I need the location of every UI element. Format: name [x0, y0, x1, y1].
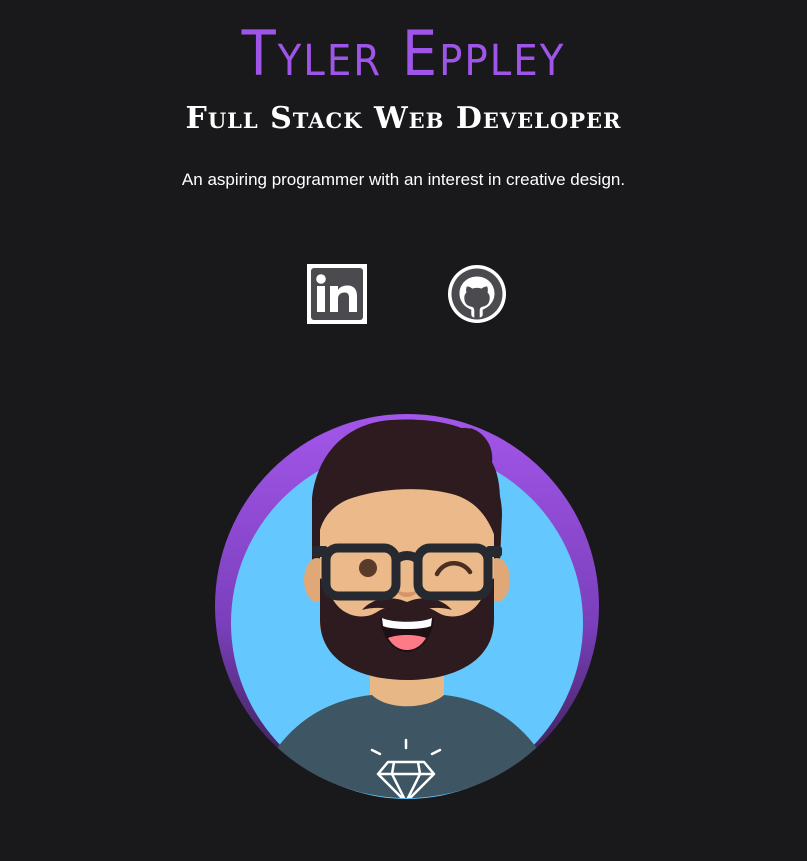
github-link[interactable]: [447, 264, 507, 324]
avatar: [215, 414, 599, 799]
linkedin-icon: [307, 264, 367, 324]
linkedin-link[interactable]: [307, 264, 367, 324]
github-icon: [448, 265, 506, 323]
tagline: An aspiring programmer with an interest …: [181, 170, 626, 189]
page-title: Tyler Eppley: [241, 17, 566, 90]
job-title: Full Stack Web Developer: [185, 101, 622, 136]
